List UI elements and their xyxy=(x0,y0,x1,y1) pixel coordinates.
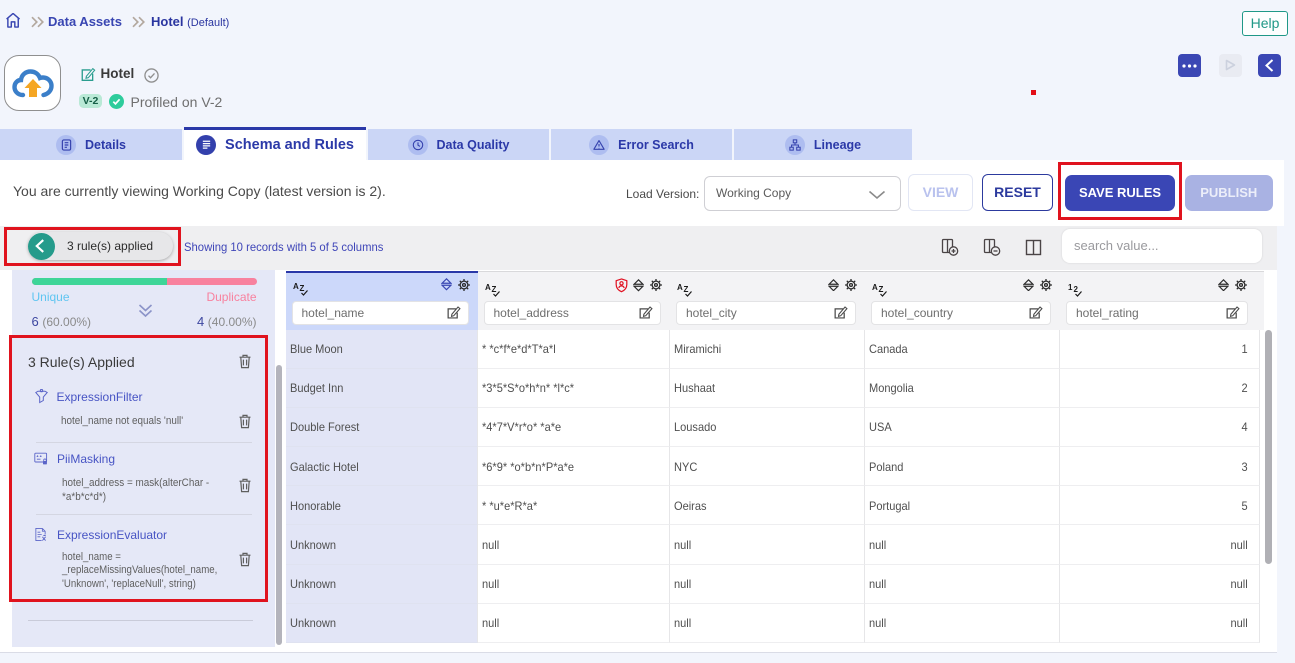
svg-text:Z: Z xyxy=(879,285,884,294)
svg-text:Z: Z xyxy=(491,285,496,294)
svg-text:2: 2 xyxy=(1074,285,1079,294)
svg-text:A: A xyxy=(872,283,878,292)
svg-text:A: A xyxy=(485,283,491,292)
svg-text:Z: Z xyxy=(299,284,304,293)
svg-text:A: A xyxy=(293,282,299,291)
svg-text:1: 1 xyxy=(1068,283,1073,292)
svg-text:A: A xyxy=(677,283,683,292)
svg-text:Z: Z xyxy=(684,285,689,294)
